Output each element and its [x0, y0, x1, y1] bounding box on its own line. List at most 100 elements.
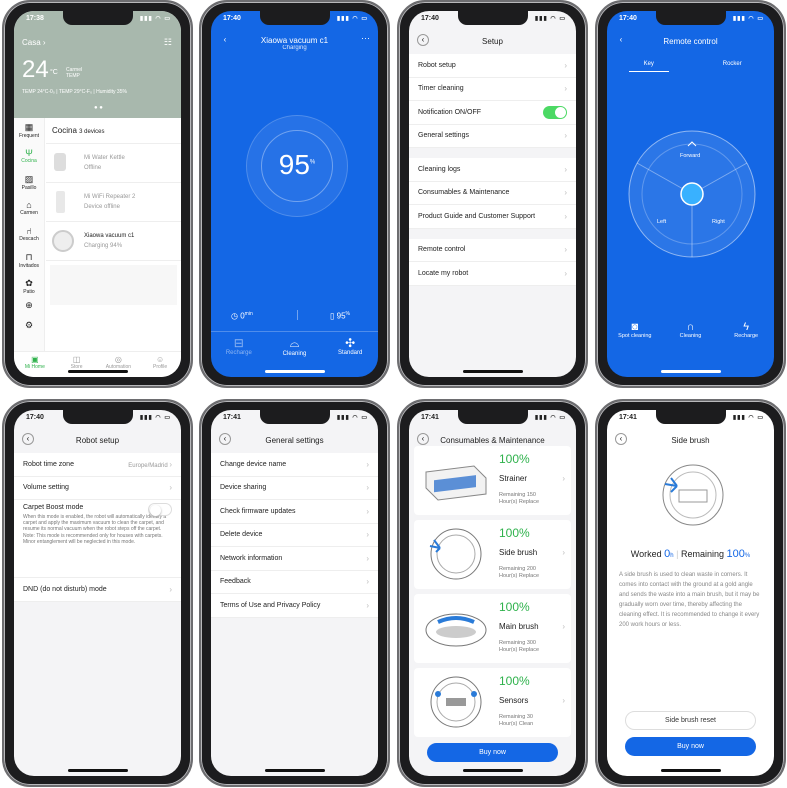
fan-icon: ✣: [345, 336, 356, 350]
bottom-tabbar: ▣ Mi Home ◫ Store ◎ Automation ☺ Profile: [14, 351, 181, 377]
tab-profile[interactable]: ☺ Profile: [139, 352, 181, 377]
sidebar-item-descach[interactable]: ⑁ Descach: [14, 222, 44, 248]
menu-cleaning-logs[interactable]: Cleaning logs ›: [409, 158, 576, 182]
mode-tabs: Key Rocker: [607, 57, 774, 72]
phone-mi-home: 17:38 ▮▮▮ ◠ ▭ Casa › ☷ 24 °C Carmel TEMP T…: [2, 0, 193, 388]
tab-rocker[interactable]: Rocker: [713, 57, 753, 72]
battery-icon: ▯: [330, 311, 335, 321]
battery-level: ▯ 95%: [330, 311, 350, 321]
sidebar-item-frequent[interactable]: ▦ Frequent: [14, 118, 44, 144]
card-side-brush[interactable]: 100% Side brush Remaining 200 Hour(s) Repl…: [414, 520, 571, 589]
menu-locate-robot[interactable]: Locate my robot ›: [409, 262, 576, 286]
carpet-boost-toggle[interactable]: [148, 503, 172, 516]
device-panel: Cocina 3 devices Mi Water Kettle Offline…: [46, 118, 181, 351]
recharge-button[interactable]: ⊟ Recharge: [211, 336, 267, 357]
sidebar-item-invitados[interactable]: ⊓ Invitados: [14, 248, 44, 274]
tab-automation[interactable]: ◎ Automation: [98, 352, 140, 377]
plant-icon: ✿: [25, 278, 33, 288]
home-icon: ▣: [31, 355, 39, 364]
forward-label: Forward: [680, 153, 701, 159]
broom-icon: ⌓: [289, 336, 300, 350]
tab-mi-home[interactable]: ▣ Mi Home: [14, 352, 56, 377]
sidebar-item-cocina[interactable]: Ψ Cocina: [14, 144, 44, 170]
cleaning-button[interactable]: ∩ Cleaning: [663, 321, 719, 339]
back-button[interactable]: ‹: [219, 433, 231, 445]
sofa-icon: ⊓: [25, 252, 33, 262]
remote-actions: ◙ Spot cleaning ∩ Cleaning ϟ Recharge: [607, 321, 774, 339]
ball-icon[interactable]: ⊕: [14, 300, 44, 320]
menu-device-sharing[interactable]: Device sharing ›: [211, 476, 378, 500]
buy-now-button[interactable]: Buy now: [625, 737, 756, 756]
direction-pad[interactable]: [627, 129, 757, 259]
strainer-image: [425, 465, 487, 501]
automation-icon: ◎: [114, 355, 122, 364]
sensors-image: [430, 676, 482, 728]
card-strainer[interactable]: 100% Strainer Remaining 150 Hour(s) Replac…: [414, 446, 571, 515]
status-time: 17:38: [26, 15, 44, 22]
tab-store[interactable]: ◫ Store: [56, 352, 98, 377]
phone-consumables: 17:41 ▮▮▮ ◠ ▭ ‹ Consumables & Maintenance …: [397, 399, 588, 787]
menu-feedback[interactable]: Feedback ›: [211, 570, 378, 594]
device-repeater[interactable]: Mi WiFi Repeater 2 Device offline: [46, 183, 181, 222]
more-icon[interactable]: ···: [361, 33, 370, 43]
menu-icon[interactable]: ☷: [164, 37, 172, 48]
volume-row[interactable]: Volume setting ›: [14, 476, 181, 500]
dnd-row[interactable]: DND (do not disturb) mode ›: [14, 578, 181, 602]
grid-icon: ▦: [24, 122, 34, 132]
home-selector[interactable]: Casa ›: [22, 38, 46, 47]
time-zone-row[interactable]: Robot time zone Europe/Madrid ›: [14, 453, 181, 477]
phone-vacuum-main: 17:40 ▮▮▮ ◠ ▭ ‹ Xiaowa vacuum c1 Charging…: [199, 0, 390, 388]
page-title: Remote control: [663, 37, 718, 46]
menu-network-info[interactable]: Network information ›: [211, 547, 378, 571]
spot-cleaning-button[interactable]: ◙ Spot cleaning: [607, 321, 663, 339]
back-button[interactable]: ‹: [615, 433, 627, 445]
phone-side-brush: 17:41 ▮▮▮ ◠ ▭ ‹ Side brush Worked 0h | Rem…: [595, 399, 786, 787]
device-vacuum[interactable]: Xiaowa vacuum c1 Charging 94%: [46, 222, 181, 261]
cleaning-button[interactable]: ⌓ Cleaning: [267, 336, 323, 357]
menu-delete-device[interactable]: Delete device ›: [211, 523, 378, 547]
sidebar-item-patio[interactable]: ✿ Patio: [14, 274, 44, 300]
side-brush-reset-button[interactable]: Side brush reset: [625, 711, 756, 730]
menu-general-settings[interactable]: General settings ›: [409, 124, 576, 148]
back-button[interactable]: ‹: [22, 433, 34, 445]
status-time: 17:41: [223, 414, 241, 421]
card-main-brush[interactable]: 100% Main brush Remaining 300 Hour(s) Repl…: [414, 594, 571, 663]
side-brush-description: A side brush is used to clean waste in c…: [619, 572, 760, 628]
buy-now-button[interactable]: Buy now: [427, 743, 558, 762]
tab-key[interactable]: Key: [629, 57, 669, 72]
menu-change-name[interactable]: Change device name ›: [211, 453, 378, 477]
page-title: Setup: [482, 37, 503, 46]
card-sensors[interactable]: 100% Sensors Remaining 30 Hour(s) Clean ›: [414, 668, 571, 737]
page-title: General settings: [265, 436, 324, 445]
notification-toggle[interactable]: [543, 105, 567, 119]
blank-card: [50, 265, 177, 305]
status-time: 17:40: [619, 15, 637, 22]
left-label: Left: [657, 219, 667, 225]
spot-icon: ◙: [631, 321, 639, 333]
settings-icon[interactable]: ⚙: [14, 320, 44, 340]
screenshot-grid: 17:38 ▮▮▮ ◠ ▭ Casa › ☷ 24 °C Carmel TEMP T…: [0, 0, 787, 788]
sidebar-item-pasillo[interactable]: ▨ Pasillo: [14, 170, 44, 196]
phone-remote-control: 17:40 ▮▮▮ ◠ ▭ ‹ Remote control Key Rocker …: [595, 0, 786, 388]
menu-timer-cleaning[interactable]: Timer cleaning ›: [409, 77, 576, 101]
wave-icon: ∩: [686, 321, 695, 333]
bolt-icon: ϟ: [743, 321, 750, 333]
back-button[interactable]: ‹: [417, 433, 429, 445]
sidebar-item-carmen[interactable]: ⌂ Carmen: [14, 196, 44, 222]
phone-robot-setup: 17:40 ▮▮▮ ◠ ▭ ‹ Robot setup Robot time zon…: [2, 399, 193, 787]
menu-remote-control[interactable]: Remote control ›: [409, 238, 576, 262]
menu-firmware[interactable]: Check firmware updates ›: [211, 500, 378, 524]
menu-robot-setup[interactable]: Robot setup ›: [409, 54, 576, 78]
carpet-boost-description: When this mode is enabled, the robot wil…: [23, 514, 167, 545]
temperature-unit: °C: [50, 69, 58, 76]
recharge-button[interactable]: ϟ Recharge: [718, 321, 774, 339]
back-button[interactable]: ‹: [615, 34, 627, 46]
back-button[interactable]: ‹: [417, 34, 429, 46]
clock-icon: ◷: [231, 311, 238, 321]
device-kettle[interactable]: Mi Water Kettle Offline: [46, 144, 181, 183]
standard-button[interactable]: ✣ Standard: [322, 336, 378, 357]
page-title: Robot setup: [75, 436, 120, 445]
menu-product-guide[interactable]: Product Guide and Customer Support ›: [409, 205, 576, 229]
menu-terms[interactable]: Terms of Use and Privacy Policy ›: [211, 594, 378, 618]
menu-consumables[interactable]: Consumables & Maintenance ›: [409, 181, 576, 205]
